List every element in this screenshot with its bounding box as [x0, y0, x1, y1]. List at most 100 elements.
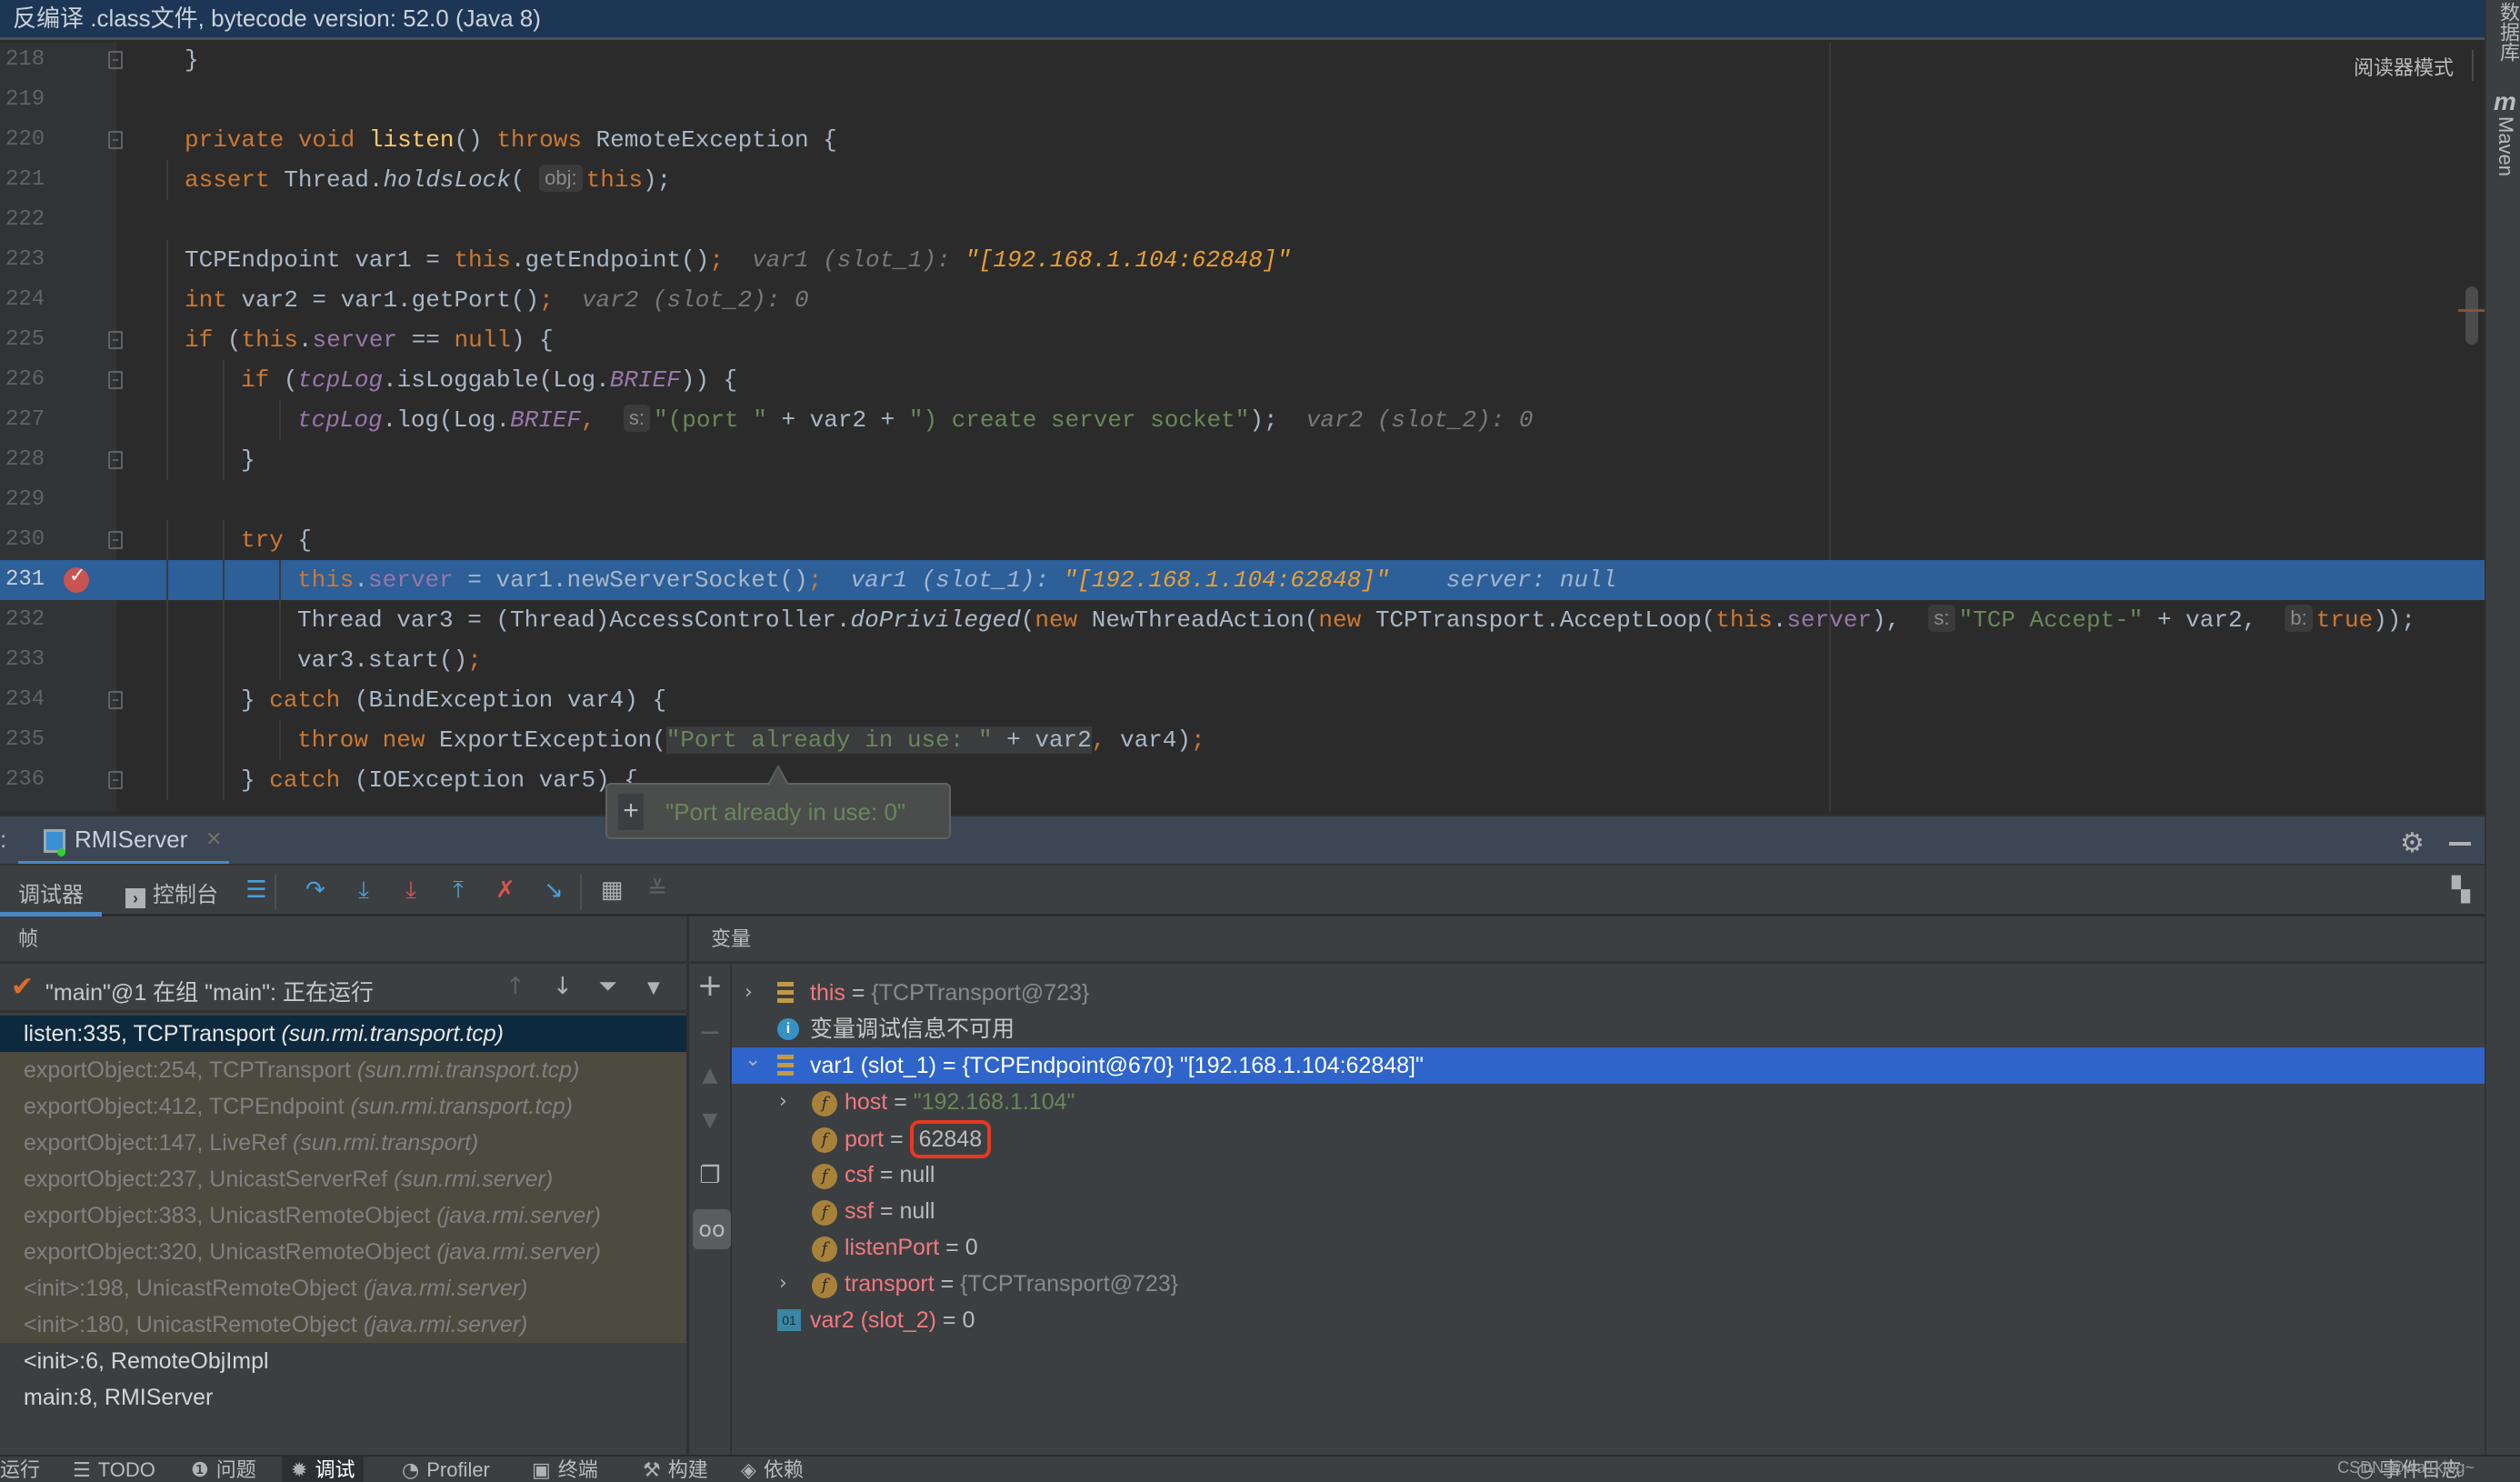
chevron-right-icon[interactable]: › [779, 1084, 787, 1120]
code-line[interactable]: 222 [0, 200, 2485, 240]
stack-frame[interactable]: exportObject:147, LiveRef (sun.rmi.trans… [0, 1125, 686, 1161]
tool-window-button[interactable]: ❶ 问题 [182, 1457, 265, 1482]
step-over-icon[interactable]: ↷ [300, 875, 331, 906]
variable-row[interactable]: 01 var2 (slot_2) = 0 [732, 1302, 2485, 1338]
breakpoint-icon[interactable] [64, 556, 89, 596]
stack-frame[interactable]: exportObject:237, UnicastServerRef (sun.… [0, 1161, 686, 1197]
fold-marker-icon[interactable] [108, 371, 123, 389]
stack-frame[interactable]: exportObject:412, TCPEndpoint (sun.rmi.t… [0, 1088, 686, 1125]
gear-icon[interactable]: ⚙ [2400, 827, 2425, 859]
code-line[interactable]: 234} catch (BindException var4) { [0, 680, 2485, 720]
expand-tooltip-button[interactable]: + [618, 794, 644, 830]
line-number[interactable]: 234 [5, 680, 47, 720]
code-editor[interactable]: 阅读器模式 218} 219 220 private void listen() th… [0, 43, 2485, 812]
remove-watch-icon[interactable]: − [689, 1016, 731, 1048]
code-line[interactable]: 230 try { [0, 520, 2485, 560]
code-line[interactable]: 235 throw new ExportException("Port alrea… [0, 720, 2485, 760]
thread-dropdown-icon[interactable]: ▼ [647, 978, 660, 997]
tab-console[interactable]: › 控制台 [125, 876, 218, 908]
stack-frame[interactable]: exportObject:254, TCPTransport (sun.rmi.… [0, 1052, 686, 1088]
stack-frame[interactable]: exportObject:320, UnicastRemoteObject (j… [0, 1234, 686, 1270]
stack-frame[interactable]: exportObject:383, UnicastRemoteObject (j… [0, 1197, 686, 1234]
layout-settings-icon[interactable]: ▚ [2445, 875, 2476, 906]
code-line[interactable]: 226 if (tcpLog.isLoggable(Log.BRIEF)) { [0, 360, 2485, 400]
fold-marker-icon[interactable] [108, 691, 123, 709]
code-line[interactable]: 231 this.server = var1.newServerSocket();… [0, 556, 2485, 600]
session-tab-rmiserver[interactable]: RMIServer ✕ [18, 816, 229, 866]
previous-frame-icon[interactable]: ↑ [505, 973, 525, 1000]
code-line[interactable]: 224 int var2 = var1.getPort(); var2 (slot… [0, 280, 2485, 320]
frames-layout-icon[interactable]: ☰ [241, 875, 272, 906]
code-line[interactable]: 223 TCPEndpoint var1 = this.getEndpoint()… [0, 240, 2485, 280]
drop-frame-icon[interactable]: ✗ [490, 875, 521, 906]
maven-tool-button[interactable]: Maven [2494, 116, 2517, 176]
move-watch-down-icon[interactable]: ▼ [689, 1109, 731, 1132]
fold-marker-icon[interactable] [108, 451, 123, 469]
code-line[interactable]: 219 [0, 80, 2485, 120]
code-line[interactable]: 233 var3.start(); [0, 640, 2485, 680]
show-watches-icon[interactable]: oo [693, 1209, 731, 1249]
tool-window-button[interactable]: ▣ 终端 [523, 1457, 607, 1482]
line-number[interactable]: 226 [5, 360, 47, 400]
minimize-icon[interactable] [2449, 842, 2471, 846]
fold-marker-icon[interactable] [108, 771, 123, 789]
code-line[interactable]: 225 if (this.server == null) { [0, 320, 2485, 360]
code-line[interactable]: 232 Thread var3 = (Thread)AccessControlle… [0, 600, 2485, 640]
line-number[interactable]: 232 [5, 600, 47, 640]
line-number[interactable]: 236 [5, 760, 47, 800]
tool-window-button[interactable]: ◔ Profiler [393, 1457, 499, 1482]
stack-frame[interactable]: main:8, RMIServer [0, 1379, 686, 1416]
chevron-right-icon[interactable]: › [779, 1266, 787, 1302]
filter-icon[interactable]: ⏷ [598, 973, 617, 1001]
code-line[interactable]: 218} [0, 43, 2485, 80]
tool-window-button[interactable]: ⚒ 构建 [634, 1457, 717, 1482]
code-line[interactable]: 221 assert Thread.holdsLock( obj: this); [0, 160, 2485, 200]
line-number[interactable]: 230 [5, 520, 47, 560]
variable-row[interactable]: ⌄ var1 (slot_1) = {TCPEndpoint@670} "[192… [732, 1047, 2485, 1084]
line-number[interactable]: 235 [5, 720, 47, 760]
line-number[interactable]: 224 [5, 280, 47, 320]
duplicate-watch-icon[interactable]: ❐ [689, 1162, 731, 1189]
tool-window-button[interactable]: ✹ 调试 [282, 1457, 365, 1482]
variable-row[interactable]: f csf = null [732, 1157, 2485, 1193]
line-number[interactable]: 225 [5, 320, 47, 360]
code-line[interactable]: 220 private void listen() throws RemoteEx… [0, 120, 2485, 160]
force-step-into-icon[interactable]: ⤓ [395, 875, 426, 906]
next-frame-icon[interactable]: ↓ [553, 973, 573, 1000]
variable-row[interactable]: i 变量调试信息不可用 [732, 1011, 2485, 1047]
tool-window-button[interactable]: ☰ TODO [64, 1457, 165, 1482]
fold-marker-icon[interactable] [108, 331, 123, 349]
fold-marker-icon[interactable] [108, 131, 123, 149]
chevron-right-icon[interactable]: › [745, 975, 753, 1011]
variable-row[interactable]: › this = {TCPTransport@723} [732, 975, 2485, 1011]
run-to-cursor-icon[interactable]: ↘ [538, 875, 569, 906]
variable-row[interactable]: › f transport = {TCPTransport@723} [732, 1266, 2485, 1302]
code-line[interactable]: 236} catch (IOException var5) { [0, 760, 2485, 800]
thread-selector[interactable]: ✔ "main"@1 在组 "main": 正在运行 ↑ ↓ ⏷ ▼ [0, 964, 686, 1013]
fold-marker-icon[interactable] [108, 51, 123, 69]
tool-window-button[interactable]: 运行 [0, 1457, 47, 1482]
fold-marker-icon[interactable] [108, 531, 123, 549]
line-number[interactable]: 218 [5, 43, 47, 80]
line-number[interactable]: 231 [5, 560, 47, 600]
variable-row[interactable]: f listenPort = 0 [732, 1229, 2485, 1266]
evaluate-expression-icon[interactable]: ▦ [596, 875, 627, 906]
line-number[interactable]: 227 [5, 400, 47, 440]
move-watch-up-icon[interactable]: ▲ [689, 1064, 731, 1086]
code-line[interactable]: 229 [0, 480, 2485, 520]
line-number[interactable]: 219 [5, 80, 47, 120]
line-number[interactable]: 229 [5, 480, 47, 520]
new-watch-icon[interactable]: + [689, 967, 731, 1004]
step-out-icon[interactable]: ⤒ [443, 875, 474, 906]
line-number[interactable]: 233 [5, 640, 47, 680]
code-line[interactable]: 228} [0, 440, 2485, 480]
step-into-icon[interactable]: ⤓ [348, 875, 379, 906]
tool-window-button[interactable]: ◈ 依赖 [732, 1457, 813, 1482]
tab-debugger[interactable]: 调试器 [18, 876, 84, 908]
variable-row[interactable]: f port = 62848 [732, 1120, 2485, 1158]
code-line[interactable]: 227 tcpLog.log(Log.BRIEF, s: "(port " + va… [0, 400, 2485, 440]
line-number[interactable]: 228 [5, 440, 47, 480]
variable-row[interactable]: f ssf = null [732, 1193, 2485, 1229]
variable-row[interactable]: › f host = "192.168.1.104" [732, 1084, 2485, 1120]
stack-frame[interactable]: <init>:198, UnicastRemoteObject (java.rm… [0, 1270, 686, 1307]
